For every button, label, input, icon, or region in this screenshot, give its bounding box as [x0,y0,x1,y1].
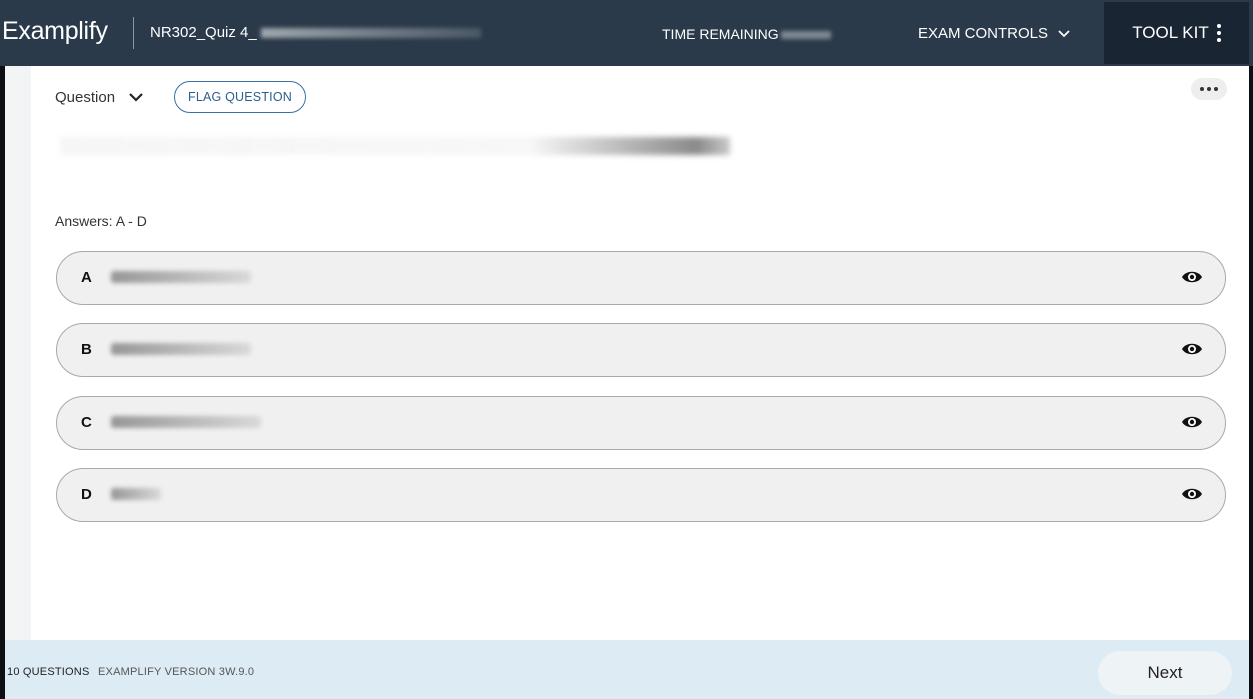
eye-icon[interactable] [1181,269,1203,290]
answer-option-d[interactable]: D [56,468,1226,522]
chevron-down-icon [129,89,143,106]
answer-option-a[interactable]: A [56,251,1226,305]
eye-icon[interactable] [1181,414,1203,435]
flag-question-button[interactable]: FLAG QUESTION [174,81,306,113]
answer-option-b[interactable]: B [56,323,1226,377]
toolkit-button[interactable]: TOOL KIT [1104,2,1249,64]
bottom-bar: 10 QUESTIONS EXAMPLIFY VERSION 3W.9.0 Ne… [5,640,1249,699]
window-frame-right [1249,0,1253,699]
option-text-redacted [111,343,251,355]
answer-option-c[interactable]: C [56,396,1226,450]
answers-label: Answers: A - D [55,213,147,229]
app-logo: Examplify [2,17,108,45]
option-letter: C [81,414,92,431]
exam-title-text: NR302_Quiz 4_ [150,24,257,41]
option-text-redacted [111,416,261,428]
question-stem-redacted [60,137,730,155]
header-divider [133,17,134,49]
option-text-redacted [111,488,161,500]
time-remaining-label: TIME REMAINING [662,26,779,42]
more-options-button[interactable] [1191,78,1227,100]
redacted-time [780,31,831,40]
option-letter: A [81,269,92,286]
exam-title: NR302_Quiz 4_ [150,24,481,41]
toolkit-label: TOOL KIT [1132,23,1209,42]
next-button[interactable]: Next [1098,651,1232,695]
time-remaining: TIME REMAINING [662,26,831,42]
option-text-redacted [111,271,251,283]
more-horizontal-icon [1200,87,1204,91]
left-gutter [5,66,31,640]
app-version: EXAMPLIFY VERSION 3W.9.0 [98,666,255,678]
eye-icon[interactable] [1181,341,1203,362]
kebab-vertical-icon [1216,24,1221,42]
chevron-down-icon [1058,29,1070,38]
question-selector-label: Question [55,89,116,106]
top-bar: Examplify NR302_Quiz 4_ TIME REMAINING E… [0,0,1253,66]
eye-icon[interactable] [1181,486,1203,507]
redacted-title [260,28,481,39]
option-letter: D [81,486,92,503]
option-letter: B [81,341,92,358]
question-selector[interactable]: Question [55,89,143,106]
exam-controls-menu[interactable]: EXAM CONTROLS [918,25,1070,42]
exam-controls-label: EXAM CONTROLS [918,25,1049,42]
question-count: 10 QUESTIONS [7,666,90,678]
